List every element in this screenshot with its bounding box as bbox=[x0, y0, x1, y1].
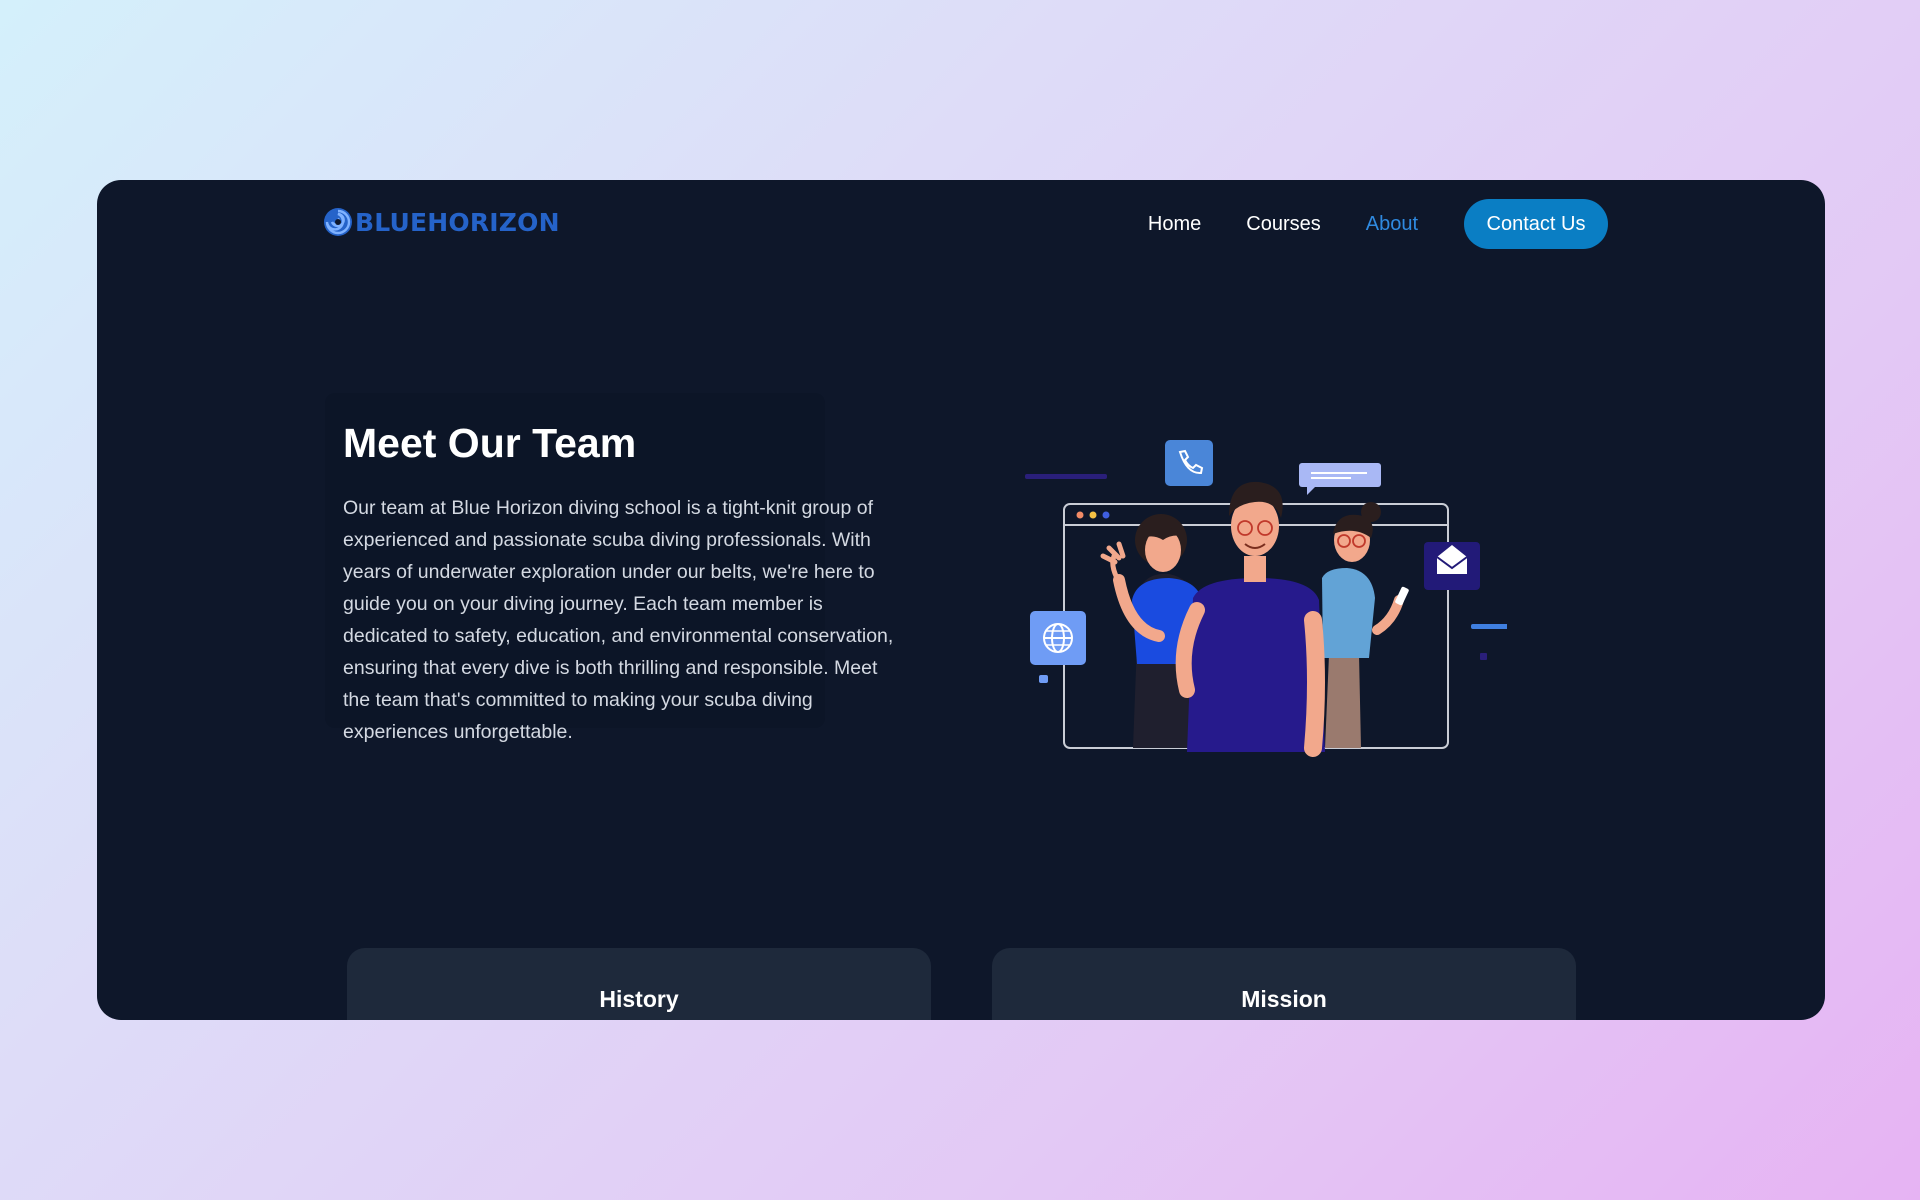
decor-line bbox=[1471, 624, 1507, 629]
phone-icon bbox=[1165, 440, 1213, 486]
hero-description: Our team at Blue Horizon diving school i… bbox=[343, 497, 894, 743]
globe-icon bbox=[1030, 611, 1086, 665]
envelope-icon bbox=[1424, 542, 1480, 590]
nav-about-link[interactable]: About bbox=[1366, 213, 1418, 236]
contact-us-button[interactable]: Contact Us bbox=[1464, 199, 1608, 249]
spiral-logo-icon bbox=[324, 208, 352, 236]
nav-courses-link[interactable]: Courses bbox=[1246, 213, 1320, 236]
page-title: Meet Our Team bbox=[343, 420, 637, 466]
decor-dot bbox=[1480, 653, 1487, 660]
decor-line bbox=[1025, 474, 1107, 479]
nav-home-link[interactable]: Home bbox=[1148, 213, 1201, 236]
brand-name: BLUEHORIZON bbox=[355, 207, 560, 237]
decor-dot bbox=[1039, 675, 1048, 683]
chat-bubble-icon bbox=[1299, 463, 1381, 495]
history-card-title: History bbox=[599, 986, 679, 1012]
mission-card-title: Mission bbox=[1241, 986, 1327, 1012]
team-illustration bbox=[1025, 440, 1507, 757]
browser-window: BLUEHORIZON Home Courses About Contact U… bbox=[97, 180, 1825, 1020]
mission-card[interactable]: Mission bbox=[992, 948, 1576, 1020]
history-card[interactable]: History bbox=[347, 948, 931, 1020]
brand-logo[interactable]: BLUEHORIZON bbox=[323, 207, 560, 237]
main-nav: Home Courses About Contact Us bbox=[1148, 199, 1608, 249]
